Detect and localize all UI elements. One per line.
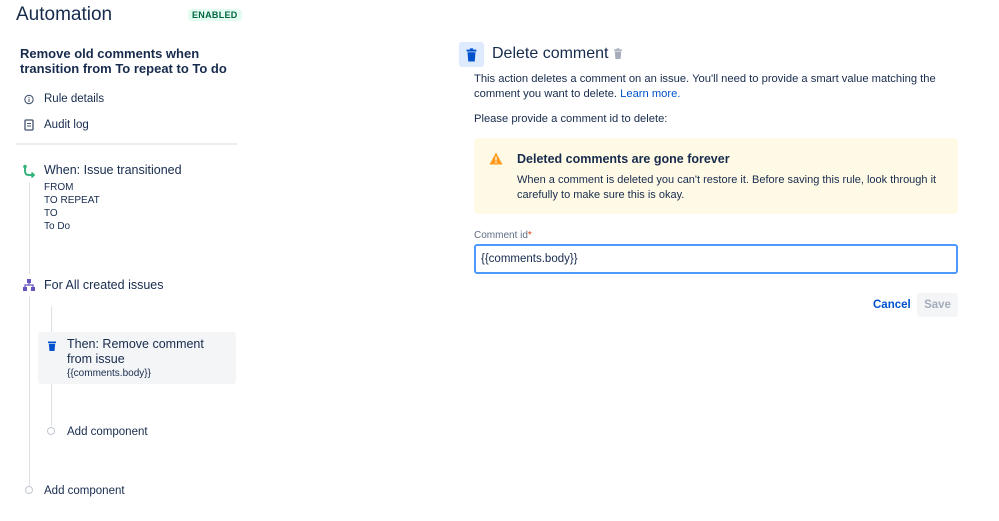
transition-icon [22,164,36,179]
trigger-detail-line: FROM [44,182,74,193]
warning-icon [489,152,503,165]
trigger-title: When: Issue transitioned [44,163,182,177]
audit-log-link[interactable]: Audit log [24,119,89,131]
app-title: Automation [16,4,113,25]
panel-title: Delete comment [492,45,609,62]
comment-id-input[interactable] [474,244,958,274]
rule-details-link[interactable]: Rule details [24,93,104,105]
add-component-inner[interactable]: Add component [67,426,148,438]
trigger-detail-line: To Do [44,221,71,232]
trash-icon [46,339,58,351]
delete-trash-icon[interactable] [613,47,625,60]
rule-name: Remove old comments when transition from… [20,46,227,76]
branch-connector-line [51,384,52,426]
trigger-detail-line: TO REPEAT [44,195,100,206]
warning-body: When a comment is deleted you can't rest… [517,174,937,201]
save-button[interactable]: Save [917,293,958,317]
panel-description: This action deletes a comment on an issu… [474,72,944,102]
connector-line [29,296,30,486]
action-title: Then: Remove comment from issue [67,337,204,366]
document-icon [24,119,34,131]
sidebar-divider [16,143,237,145]
status-badge: ENABLED [188,9,242,21]
action-subtitle: {{comments.body}} [67,368,151,379]
audit-log-label: Audit log [44,119,89,131]
trigger-detail-line: TO [44,208,58,219]
rule-details-label: Rule details [44,93,105,105]
learn-more-link[interactable]: Learn more. [620,88,680,100]
comment-id-label-text: Comment id [474,230,528,241]
branch-connector-line [51,306,52,332]
branch-title: For All created issues [44,278,164,292]
panel-prompt: Please provide a comment id to delete: [474,113,668,125]
description-text: This action deletes a comment on an issu… [474,73,936,100]
branch-icon [22,278,36,292]
add-component-dot-icon[interactable] [25,486,33,494]
required-mark: * [527,230,532,241]
info-icon [24,93,34,105]
warning-title: Deleted comments are gone forever [517,152,730,166]
comment-id-label: Comment id* [474,230,532,241]
add-component-dot-icon[interactable] [47,427,55,435]
cancel-button[interactable]: Cancel [866,293,918,317]
add-component-outer[interactable]: Add component [44,485,125,497]
connector-line [29,182,30,274]
delete-comment-icon [459,42,484,67]
